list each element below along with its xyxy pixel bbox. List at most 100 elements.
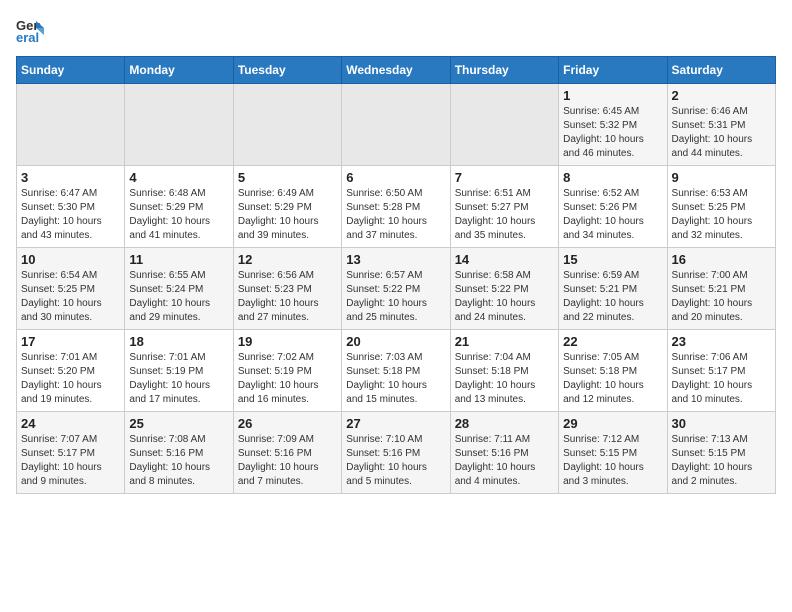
- day-cell: 14 Sunrise: 6:58 AMSunset: 5:22 PMDayligh…: [450, 248, 558, 330]
- day-number: 15: [563, 252, 662, 267]
- day-cell: 17 Sunrise: 7:01 AMSunset: 5:20 PMDayligh…: [17, 330, 125, 412]
- day-info: Sunrise: 6:58 AMSunset: 5:22 PMDaylight:…: [455, 269, 554, 325]
- header-saturday: Saturday: [667, 57, 775, 84]
- day-cell: 4 Sunrise: 6:48 AMSunset: 5:29 PMDaylight…: [125, 166, 233, 248]
- day-info: Sunrise: 7:11 AMSunset: 5:16 PMDaylight:…: [455, 433, 554, 489]
- day-cell: 7 Sunrise: 6:51 AMSunset: 5:27 PMDaylight…: [450, 166, 558, 248]
- day-cell: 30 Sunrise: 7:13 AMSunset: 5:15 PMDayligh…: [667, 412, 775, 494]
- day-number: 26: [238, 416, 337, 431]
- week-row-3: 10Sunrise: 6:54 AMSunset: 5:25 PMDayligh…: [17, 248, 776, 330]
- header-monday: Monday: [125, 57, 233, 84]
- day-number: 20: [346, 334, 445, 349]
- week-row-4: 17 Sunrise: 7:01 AMSunset: 5:20 PMDayligh…: [17, 330, 776, 412]
- day-number: 30: [672, 416, 771, 431]
- day-info: Sunrise: 6:48 AMSunset: 5:29 PMDaylight:…: [129, 187, 228, 243]
- day-cell: [342, 84, 450, 166]
- day-number: 16: [672, 252, 771, 267]
- day-info: Sunrise: 7:05 AMSunset: 5:18 PMDaylight:…: [563, 351, 662, 407]
- header-friday: Friday: [559, 57, 667, 84]
- day-number: 1: [563, 88, 662, 103]
- week-row-2: 3Sunrise: 6:47 AMSunset: 5:30 PMDaylight…: [17, 166, 776, 248]
- day-info: Sunrise: 6:56 AMSunset: 5:23 PMDaylight:…: [238, 269, 337, 325]
- day-info: Sunrise: 7:02 AMSunset: 5:19 PMDaylight:…: [238, 351, 337, 407]
- day-number: 28: [455, 416, 554, 431]
- day-number: 23: [672, 334, 771, 349]
- day-cell: 24Sunrise: 7:07 AMSunset: 5:17 PMDayligh…: [17, 412, 125, 494]
- week-row-1: 1 Sunrise: 6:45 AMSunset: 5:32 PMDaylight…: [17, 84, 776, 166]
- day-cell: 28 Sunrise: 7:11 AMSunset: 5:16 PMDayligh…: [450, 412, 558, 494]
- day-info: Sunrise: 6:59 AMSunset: 5:21 PMDaylight:…: [563, 269, 662, 325]
- week-row-5: 24Sunrise: 7:07 AMSunset: 5:17 PMDayligh…: [17, 412, 776, 494]
- day-info: Sunrise: 7:00 AMSunset: 5:21 PMDaylight:…: [672, 269, 771, 325]
- day-cell: 20 Sunrise: 7:03 AMSunset: 5:18 PMDayligh…: [342, 330, 450, 412]
- day-cell: 22 Sunrise: 7:05 AMSunset: 5:18 PMDayligh…: [559, 330, 667, 412]
- day-cell: 18Sunrise: 7:01 AMSunset: 5:19 PMDayligh…: [125, 330, 233, 412]
- day-info: Sunrise: 6:55 AMSunset: 5:24 PMDaylight:…: [129, 269, 228, 325]
- day-number: 3: [21, 170, 120, 185]
- day-cell: 9 Sunrise: 6:53 AMSunset: 5:25 PMDaylight…: [667, 166, 775, 248]
- day-number: 19: [238, 334, 337, 349]
- day-cell: 11 Sunrise: 6:55 AMSunset: 5:24 PMDayligh…: [125, 248, 233, 330]
- day-cell: 13 Sunrise: 6:57 AMSunset: 5:22 PMDayligh…: [342, 248, 450, 330]
- day-cell: 12 Sunrise: 6:56 AMSunset: 5:23 PMDayligh…: [233, 248, 341, 330]
- svg-text:eral: eral: [16, 30, 39, 44]
- day-info: Sunrise: 7:09 AMSunset: 5:16 PMDaylight:…: [238, 433, 337, 489]
- day-cell: 27 Sunrise: 7:10 AMSunset: 5:16 PMDayligh…: [342, 412, 450, 494]
- day-cell: 2 Sunrise: 6:46 AMSunset: 5:31 PMDaylight…: [667, 84, 775, 166]
- day-info: Sunrise: 7:04 AMSunset: 5:18 PMDaylight:…: [455, 351, 554, 407]
- header: Gen eral: [16, 16, 776, 44]
- day-cell: [233, 84, 341, 166]
- day-number: 27: [346, 416, 445, 431]
- day-number: 7: [455, 170, 554, 185]
- day-number: 24: [21, 416, 120, 431]
- day-cell: 5 Sunrise: 6:49 AMSunset: 5:29 PMDaylight…: [233, 166, 341, 248]
- day-number: 12: [238, 252, 337, 267]
- header-wednesday: Wednesday: [342, 57, 450, 84]
- day-number: 11: [129, 252, 228, 267]
- day-info: Sunrise: 6:50 AMSunset: 5:28 PMDaylight:…: [346, 187, 445, 243]
- day-cell: 1 Sunrise: 6:45 AMSunset: 5:32 PMDaylight…: [559, 84, 667, 166]
- day-info: Sunrise: 6:57 AMSunset: 5:22 PMDaylight:…: [346, 269, 445, 325]
- header-sunday: Sunday: [17, 57, 125, 84]
- day-info: Sunrise: 6:46 AMSunset: 5:31 PMDaylight:…: [672, 105, 771, 161]
- day-cell: 6 Sunrise: 6:50 AMSunset: 5:28 PMDaylight…: [342, 166, 450, 248]
- logo: Gen eral: [16, 16, 48, 44]
- day-info: Sunrise: 7:03 AMSunset: 5:18 PMDaylight:…: [346, 351, 445, 407]
- day-number: 4: [129, 170, 228, 185]
- day-info: Sunrise: 7:08 AMSunset: 5:16 PMDaylight:…: [129, 433, 228, 489]
- day-number: 17: [21, 334, 120, 349]
- day-info: Sunrise: 6:53 AMSunset: 5:25 PMDaylight:…: [672, 187, 771, 243]
- day-number: 25: [129, 416, 228, 431]
- day-number: 22: [563, 334, 662, 349]
- day-cell: 29 Sunrise: 7:12 AMSunset: 5:15 PMDayligh…: [559, 412, 667, 494]
- day-cell: 21 Sunrise: 7:04 AMSunset: 5:18 PMDayligh…: [450, 330, 558, 412]
- day-number: 29: [563, 416, 662, 431]
- day-number: 9: [672, 170, 771, 185]
- day-cell: [17, 84, 125, 166]
- day-cell: 26 Sunrise: 7:09 AMSunset: 5:16 PMDayligh…: [233, 412, 341, 494]
- day-cell: 23Sunrise: 7:06 AMSunset: 5:17 PMDayligh…: [667, 330, 775, 412]
- calendar: SundayMondayTuesdayWednesdayThursdayFrid…: [16, 56, 776, 494]
- day-info: Sunrise: 6:45 AMSunset: 5:32 PMDaylight:…: [563, 105, 662, 161]
- day-info: Sunrise: 6:51 AMSunset: 5:27 PMDaylight:…: [455, 187, 554, 243]
- day-number: 13: [346, 252, 445, 267]
- day-info: Sunrise: 7:10 AMSunset: 5:16 PMDaylight:…: [346, 433, 445, 489]
- day-number: 5: [238, 170, 337, 185]
- day-number: 6: [346, 170, 445, 185]
- day-number: 14: [455, 252, 554, 267]
- day-info: Sunrise: 7:01 AMSunset: 5:20 PMDaylight:…: [21, 351, 120, 407]
- day-number: 21: [455, 334, 554, 349]
- day-info: Sunrise: 6:54 AMSunset: 5:25 PMDaylight:…: [21, 269, 120, 325]
- day-number: 2: [672, 88, 771, 103]
- day-info: Sunrise: 6:49 AMSunset: 5:29 PMDaylight:…: [238, 187, 337, 243]
- day-info: Sunrise: 7:12 AMSunset: 5:15 PMDaylight:…: [563, 433, 662, 489]
- logo-icon: Gen eral: [16, 16, 44, 44]
- day-info: Sunrise: 7:13 AMSunset: 5:15 PMDaylight:…: [672, 433, 771, 489]
- day-cell: [450, 84, 558, 166]
- day-cell: 3Sunrise: 6:47 AMSunset: 5:30 PMDaylight…: [17, 166, 125, 248]
- day-number: 18: [129, 334, 228, 349]
- day-info: Sunrise: 6:52 AMSunset: 5:26 PMDaylight:…: [563, 187, 662, 243]
- day-cell: 10Sunrise: 6:54 AMSunset: 5:25 PMDayligh…: [17, 248, 125, 330]
- day-cell: [125, 84, 233, 166]
- day-number: 8: [563, 170, 662, 185]
